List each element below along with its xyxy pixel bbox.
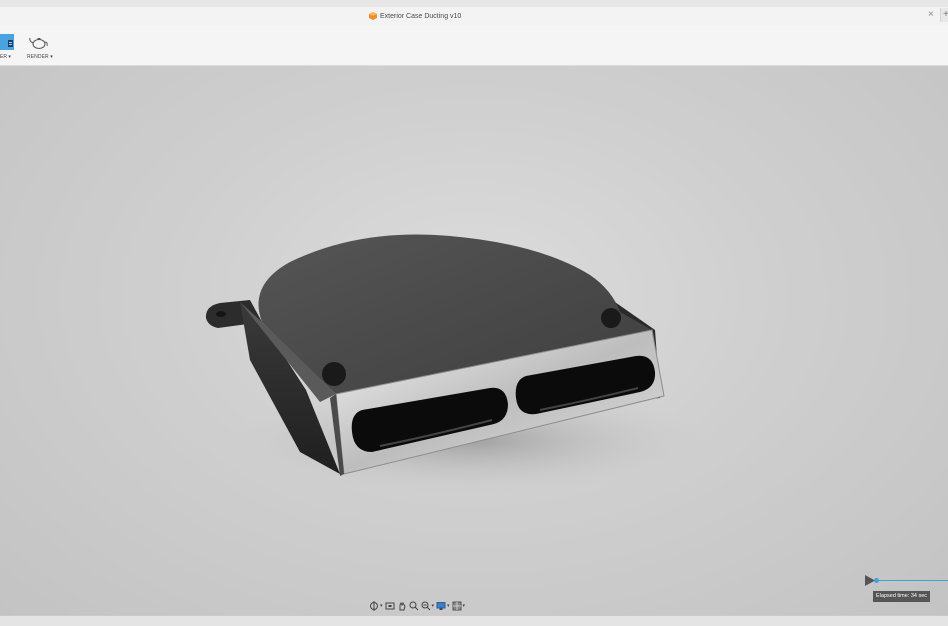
fit-icon [421,601,430,611]
close-icon[interactable]: × [928,9,934,21]
orbit-icon [370,601,378,611]
status-strip [0,615,948,626]
chevron-down-icon: ▾ [447,603,450,609]
document-title: Exterior Case Ducting v10 [380,12,462,20]
chevron-down-icon: ▾ [431,603,435,609]
display-settings-button[interactable]: ▾ [436,601,450,611]
fusion-doc-icon [369,12,377,20]
fit-button[interactable]: ▾ [421,601,435,611]
zoom-icon [409,601,418,611]
inspect-tool-icon[interactable] [0,34,14,50]
playback-progress-track[interactable] [877,580,948,581]
3d-viewport[interactable] [0,66,948,615]
pan-button[interactable] [397,601,407,611]
teapot-icon[interactable] [29,36,49,50]
grid-icon [452,601,462,611]
mount-hole-left [322,362,346,386]
zoom-button[interactable] [409,601,419,611]
grid-button[interactable]: ▾ [452,601,466,611]
inspect-menu-label[interactable]: ER ▾ [0,54,11,60]
document-tab[interactable]: Exterior Case Ducting v10 [369,9,461,23]
toolbar: ER ▾ RENDER ▾ [0,25,948,66]
navigation-bar: ▾ ▾ ▾ ▾ [367,600,476,612]
mount-hole-right [601,308,621,328]
playback-progress-thumb[interactable] [874,578,879,583]
display-settings-icon [436,602,446,610]
chevron-down-icon: ▾ [380,603,383,609]
orbit-button[interactable]: ▾ [369,601,383,611]
render-menu-label[interactable]: RENDER ▾ [27,54,53,60]
look-at-button[interactable] [385,601,395,611]
title-bar: Exterior Case Ducting v10 × + [0,7,948,25]
look-at-icon [385,602,395,610]
new-tab-button[interactable]: + [940,8,948,22]
model-render [205,234,710,495]
elapsed-time-badge: Elapsed time: 34 sec [873,591,931,602]
chevron-down-icon: ▾ [462,603,466,609]
pan-icon [399,601,406,611]
